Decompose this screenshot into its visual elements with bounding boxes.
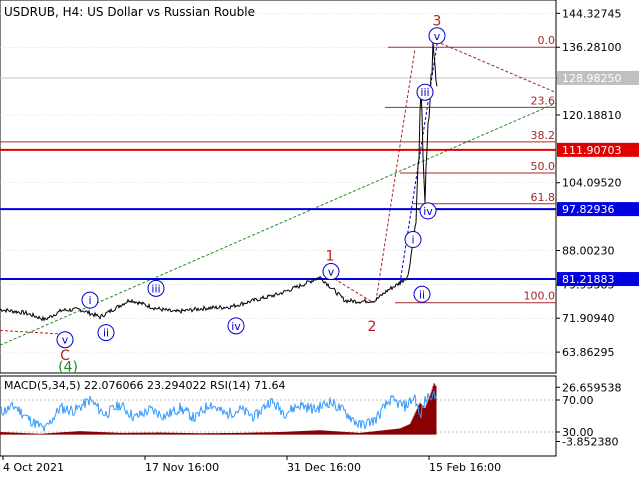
fib-level-label: 100.0: [524, 290, 556, 303]
wave-labels: vC(4)iiiiiiiv1v2iiiiiiivv3: [56, 14, 446, 376]
price-tick-label: 88.00230: [562, 244, 615, 257]
rsi-series-line: [0, 389, 437, 432]
level-price-tag-label: 111.90703: [562, 144, 622, 157]
time-axis: 4 Oct 2021 17 Nov 16:00 31 Dec 16:00 15 Feb…: [2, 456, 501, 474]
trendline: [375, 48, 416, 301]
wave-label: 1: [326, 249, 335, 265]
indicator-tick-label: 26.659538: [562, 381, 622, 394]
main-plot-area: 0.023.638.250.061.8100.0 vC(4)iiiiiiiv1v…: [0, 0, 557, 376]
price-tick-label: 136.28100: [562, 41, 622, 54]
price-axis: 144.32745 136.28100 128.98250 120.18810 104.…: [556, 7, 639, 359]
wave-label: ii: [103, 327, 109, 340]
main-plot-frame: [0, 0, 557, 374]
trendline: [0, 329, 61, 335]
time-tick-label: 15 Feb 16:00: [429, 461, 501, 474]
price-tick-label: 144.32745: [562, 7, 622, 20]
wave-label: iv: [423, 205, 433, 218]
time-tick-label: 17 Nov 16:00: [145, 461, 219, 474]
fib-level-label: 38.2: [531, 129, 556, 142]
wave-label: v: [328, 266, 335, 279]
price-tick-label: 71.90940: [562, 312, 615, 325]
trendline: [0, 102, 557, 346]
wave-label: (4): [58, 360, 78, 376]
wave-label: i: [411, 234, 414, 247]
indicator-axis: 26.65953870.0030.00-3.852380: [556, 381, 622, 449]
wave-label: 2: [368, 319, 377, 335]
wave-label: 3: [433, 14, 442, 30]
fib-level-label: 23.6: [531, 94, 556, 107]
price-tick-label: 63.86295: [562, 346, 615, 359]
wave-label: iii: [151, 282, 160, 295]
price-tick-label: 104.09520: [562, 177, 622, 190]
fib-level-label: 61.8: [531, 191, 556, 204]
indicator-pane: MACD(5,34,5) 22.076066 23.294022 RSI(14)…: [0, 375, 557, 457]
wave-label: iv: [231, 320, 241, 333]
horizontal-levels: [0, 148, 556, 281]
level-price-tag-label: 81.21883: [562, 273, 615, 286]
indicator-tick-label: -3.852380: [562, 436, 618, 449]
chart-title: USDRUB, H4: US Dollar vs Russian Rouble: [4, 5, 255, 19]
indicator-readout: MACD(5,34,5) 22.076066 23.294022 RSI(14)…: [4, 379, 285, 392]
price-tick-label: 120.18810: [562, 109, 622, 122]
level-price-tag-label: 97.82936: [562, 203, 615, 216]
current-price-tag-label: 128.98250: [562, 72, 622, 85]
price-chart: 0.023.638.250.061.8100.0 vC(4)iiiiiiiv1v…: [0, 0, 639, 474]
wave-label: ii: [419, 288, 425, 301]
fib-level-label: 0.0: [538, 34, 556, 47]
indicator-tick-label: 70.00: [562, 394, 594, 407]
wave-label: v: [434, 30, 441, 43]
wave-label: i: [88, 294, 91, 307]
wave-label: iii: [420, 86, 429, 99]
fib-level-label: 50.0: [531, 160, 556, 173]
wave-label: v: [62, 334, 69, 347]
trendline: [440, 42, 557, 94]
time-tick-label: 31 Dec 16:00: [287, 461, 361, 474]
time-tick-label: 4 Oct 2021: [3, 461, 64, 474]
fibonacci-levels: 0.0 23.6 38.2 50.0 61.8 100.0: [0, 34, 556, 304]
